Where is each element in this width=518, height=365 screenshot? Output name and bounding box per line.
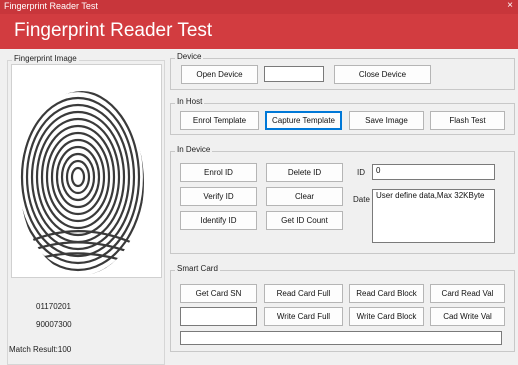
get-card-sn-button[interactable]: Get Card SN xyxy=(180,284,257,303)
write-card-full-button[interactable]: Write Card Full xyxy=(264,307,343,326)
info-line-1: 01170201 xyxy=(36,302,71,311)
capture-template-button[interactable]: Capture Template xyxy=(265,111,342,130)
device-group-label: Device xyxy=(175,52,204,61)
info-line-2: 90007300 xyxy=(36,320,72,329)
in-device-group-label: In Device xyxy=(175,145,213,154)
identify-id-button[interactable]: Identify ID xyxy=(180,211,257,230)
title-bar: Fingerprint Reader Test × xyxy=(0,0,518,14)
cad-write-val-button[interactable]: Cad Write Val xyxy=(430,307,505,326)
clear-button[interactable]: Clear xyxy=(266,187,343,206)
close-icon[interactable]: × xyxy=(507,0,513,11)
card-data-field[interactable] xyxy=(180,331,502,345)
banner-title: Fingerprint Reader Test xyxy=(14,20,213,41)
match-result: Match Result:100 xyxy=(9,345,72,354)
device-status-field[interactable] xyxy=(264,66,324,82)
header-banner: Fingerprint Reader Test xyxy=(0,14,518,49)
fingerprint-group-label: Fingerprint Image xyxy=(12,54,79,63)
delete-id-button[interactable]: Delete ID xyxy=(266,163,343,182)
window-title: Fingerprint Reader Test xyxy=(4,1,98,11)
open-device-button[interactable]: Open Device xyxy=(181,65,258,84)
card-sn-field[interactable] xyxy=(180,307,257,326)
verify-id-button[interactable]: Verify ID xyxy=(180,187,257,206)
write-card-block-button[interactable]: Write Card Block xyxy=(349,307,424,326)
enrol-template-button[interactable]: Enrol Template xyxy=(180,111,259,130)
get-id-count-button[interactable]: Get ID Count xyxy=(266,211,343,230)
flash-test-button[interactable]: Flash Test xyxy=(430,111,505,130)
main-window: Fingerprint Reader Test × Fingerprint Re… xyxy=(0,0,518,365)
date-textarea[interactable]: User define data,Max 32KByte xyxy=(372,189,495,243)
fingerprint-image xyxy=(11,64,162,278)
card-read-val-button[interactable]: Card Read Val xyxy=(430,284,505,303)
id-label: ID xyxy=(357,168,365,177)
save-image-button[interactable]: Save Image xyxy=(349,111,424,130)
enrol-id-button[interactable]: Enrol ID xyxy=(180,163,257,182)
date-label: Date xyxy=(353,195,370,204)
in-host-group-label: In Host xyxy=(175,97,205,106)
fingerprint-graphic xyxy=(20,91,144,275)
read-card-full-button[interactable]: Read Card Full xyxy=(264,284,343,303)
smart-card-group-label: Smart Card xyxy=(175,264,220,273)
close-device-button[interactable]: Close Device xyxy=(334,65,431,84)
read-card-block-button[interactable]: Read Card Block xyxy=(349,284,424,303)
id-input[interactable]: 0 xyxy=(372,164,495,180)
